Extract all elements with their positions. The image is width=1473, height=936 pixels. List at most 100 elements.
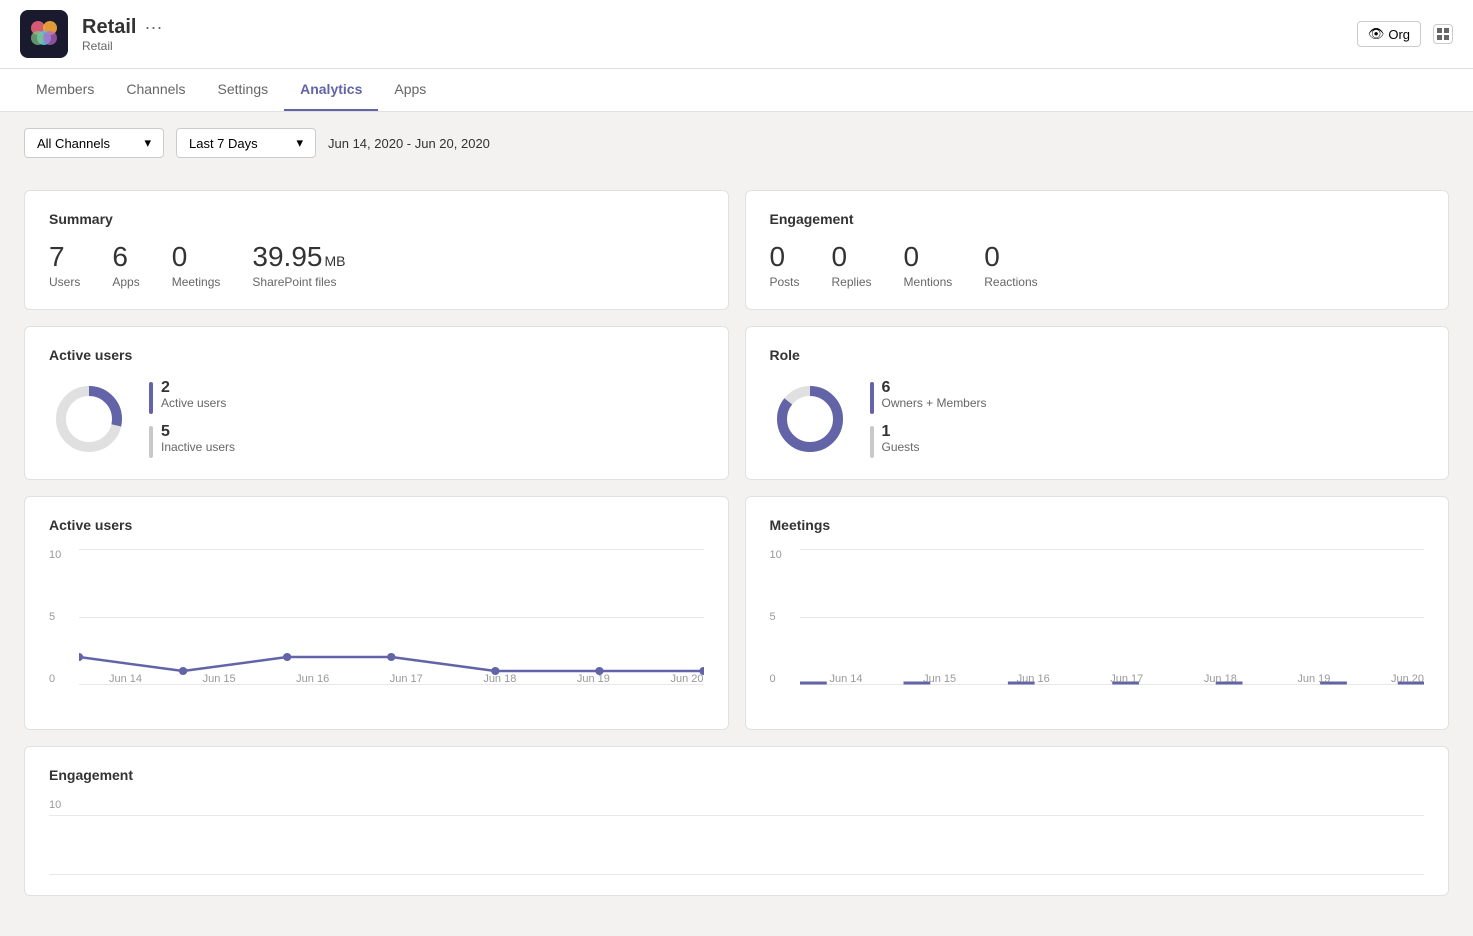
stat-posts-value: 0 bbox=[770, 243, 800, 271]
owners-label: Owners + Members bbox=[882, 396, 987, 410]
meetings-chart-card: Meetings 10 5 0 bbox=[745, 496, 1450, 730]
period-filter-label: Last 7 Days bbox=[189, 136, 258, 151]
tab-settings[interactable]: Settings bbox=[202, 69, 285, 111]
meetings-chart-area: 10 5 0 bbox=[770, 549, 1425, 709]
role-card: Role 6 Owners + Members bbox=[745, 326, 1450, 480]
active-users-donut-section: 2 Active users 5 Inactive users bbox=[49, 379, 704, 459]
y-label-max: 10 bbox=[49, 549, 73, 561]
eye-icon: 👁 bbox=[1368, 26, 1385, 42]
nav-tabs: Members Channels Settings Analytics Apps bbox=[0, 69, 1473, 112]
tab-analytics[interactable]: Analytics bbox=[284, 69, 378, 111]
date-range-display: Jun 14, 2020 - Jun 20, 2020 bbox=[328, 136, 490, 151]
active-users-chart-title: Active users bbox=[49, 517, 704, 533]
legend-owners: 6 Owners + Members bbox=[870, 380, 987, 414]
summary-stats: 7 Users 6 Apps 0 Meetings 39.95 MB Share bbox=[49, 243, 704, 289]
meetings-y-labels: 10 5 0 bbox=[770, 549, 794, 685]
meetings-chart-inner: Jun 14 Jun 15 Jun 16 Jun 17 Jun 18 Jun 1… bbox=[800, 549, 1425, 685]
stat-meetings-value: 0 bbox=[172, 243, 221, 271]
engagement-chart-card: Engagement 10 bbox=[24, 746, 1449, 896]
period-filter-dropdown[interactable]: Last 7 Days ▾ bbox=[176, 128, 316, 158]
donut-row: Active users 2 Active users bbox=[24, 326, 1449, 480]
main-content: Summary 7 Users 6 Apps 0 Meetings 39.95 bbox=[0, 174, 1473, 928]
stat-posts-label: Posts bbox=[770, 275, 800, 289]
active-label: Active users bbox=[161, 396, 226, 410]
channel-filter-label: All Channels bbox=[37, 136, 110, 151]
stat-reactions: 0 Reactions bbox=[984, 243, 1037, 289]
grid-view-button[interactable] bbox=[1433, 24, 1453, 44]
org-button[interactable]: 👁 Org bbox=[1357, 21, 1421, 47]
more-options-dots[interactable]: ··· bbox=[144, 17, 162, 38]
stat-sharepoint-value: 39.95 MB bbox=[252, 243, 345, 271]
stat-sharepoint-number: 39.95 bbox=[252, 243, 322, 271]
active-color-bar bbox=[149, 382, 153, 414]
active-users-chart-inner: Jun 14 Jun 15 Jun 16 Jun 17 Jun 18 Jun 1… bbox=[79, 549, 704, 685]
x-label-jun15: Jun 15 bbox=[203, 673, 236, 685]
line-chart-svg bbox=[79, 549, 704, 685]
meetings-y-max: 10 bbox=[770, 549, 794, 561]
active-users-chart-card: Active users 10 5 0 bbox=[24, 496, 729, 730]
engagement-summary-card: Engagement 0 Posts 0 Replies 0 Mentions … bbox=[745, 190, 1450, 310]
legend-guests-details: 1 Guests bbox=[882, 424, 920, 454]
meetings-y-mid: 5 bbox=[770, 611, 794, 623]
inactive-label: Inactive users bbox=[161, 440, 235, 454]
x-label-jun19: Jun 19 bbox=[577, 673, 610, 685]
summary-title: Summary bbox=[49, 211, 704, 227]
summary-card: Summary 7 Users 6 Apps 0 Meetings 39.95 bbox=[24, 190, 729, 310]
legend-active-details: 2 Active users bbox=[161, 380, 226, 410]
meetings-x-jun15: Jun 15 bbox=[923, 673, 956, 685]
team-subtitle: Retail bbox=[82, 39, 162, 53]
active-users-chart-area: 10 5 0 bbox=[49, 549, 704, 709]
active-users-legend: 2 Active users 5 Inactive users bbox=[149, 380, 235, 458]
legend-inactive: 5 Inactive users bbox=[149, 424, 235, 458]
role-legend: 6 Owners + Members 1 Guests bbox=[870, 380, 987, 458]
chevron-down-icon: ▾ bbox=[144, 135, 151, 151]
active-users-y-labels: 10 5 0 bbox=[49, 549, 73, 685]
header-actions: 👁 Org bbox=[1357, 21, 1453, 47]
meetings-x-jun16: Jun 16 bbox=[1017, 673, 1050, 685]
stat-posts: 0 Posts bbox=[770, 243, 800, 289]
meetings-bar-svg bbox=[800, 549, 1425, 685]
x-label-jun14: Jun 14 bbox=[109, 673, 142, 685]
team-logo bbox=[20, 10, 68, 58]
stat-reactions-value: 0 bbox=[984, 243, 1037, 271]
inactive-color-bar bbox=[149, 426, 153, 458]
stat-users: 7 Users bbox=[49, 243, 80, 289]
guests-count: 1 bbox=[882, 424, 920, 440]
stat-apps: 6 Apps bbox=[112, 243, 139, 289]
legend-guests: 1 Guests bbox=[870, 424, 987, 458]
inactive-count: 5 bbox=[161, 424, 235, 440]
channel-filter-dropdown[interactable]: All Channels ▾ bbox=[24, 128, 164, 158]
filter-bar: All Channels ▾ Last 7 Days ▾ Jun 14, 202… bbox=[0, 112, 1473, 174]
stat-replies: 0 Replies bbox=[832, 243, 872, 289]
meetings-x-jun18: Jun 18 bbox=[1204, 673, 1237, 685]
stat-users-value: 7 bbox=[49, 243, 80, 271]
legend-inactive-details: 5 Inactive users bbox=[161, 424, 235, 454]
stat-replies-label: Replies bbox=[832, 275, 872, 289]
tab-members[interactable]: Members bbox=[20, 69, 110, 111]
app-header: Retail ··· Retail 👁 Org bbox=[0, 0, 1473, 69]
legend-active: 2 Active users bbox=[149, 380, 235, 414]
stat-meetings-label: Meetings bbox=[172, 275, 221, 289]
guests-label: Guests bbox=[882, 440, 920, 454]
stat-apps-label: Apps bbox=[112, 275, 139, 289]
owners-color-bar bbox=[870, 382, 874, 414]
role-title: Role bbox=[770, 347, 1425, 363]
tab-apps[interactable]: Apps bbox=[378, 69, 442, 111]
engagement-chart-title: Engagement bbox=[49, 767, 1424, 783]
chevron-down-icon-2: ▾ bbox=[296, 135, 303, 151]
engagement-chart-header: 10 bbox=[49, 799, 1424, 811]
x-label-jun18: Jun 18 bbox=[483, 673, 516, 685]
active-users-x-labels: Jun 14 Jun 15 Jun 16 Jun 17 Jun 18 Jun 1… bbox=[109, 673, 704, 685]
x-label-jun17: Jun 17 bbox=[390, 673, 423, 685]
stat-sharepoint-unit: MB bbox=[324, 254, 345, 268]
tab-channels[interactable]: Channels bbox=[110, 69, 201, 111]
role-donut-chart bbox=[770, 379, 850, 459]
stat-users-label: Users bbox=[49, 275, 80, 289]
org-label: Org bbox=[1388, 27, 1410, 42]
stat-replies-value: 0 bbox=[832, 243, 872, 271]
engagement-summary-title: Engagement bbox=[770, 211, 1425, 227]
stat-meetings: 0 Meetings bbox=[172, 243, 221, 289]
meetings-x-labels: Jun 14 Jun 15 Jun 16 Jun 17 Jun 18 Jun 1… bbox=[830, 673, 1425, 685]
stat-reactions-label: Reactions bbox=[984, 275, 1037, 289]
active-users-donut-card: Active users 2 Active users bbox=[24, 326, 729, 480]
